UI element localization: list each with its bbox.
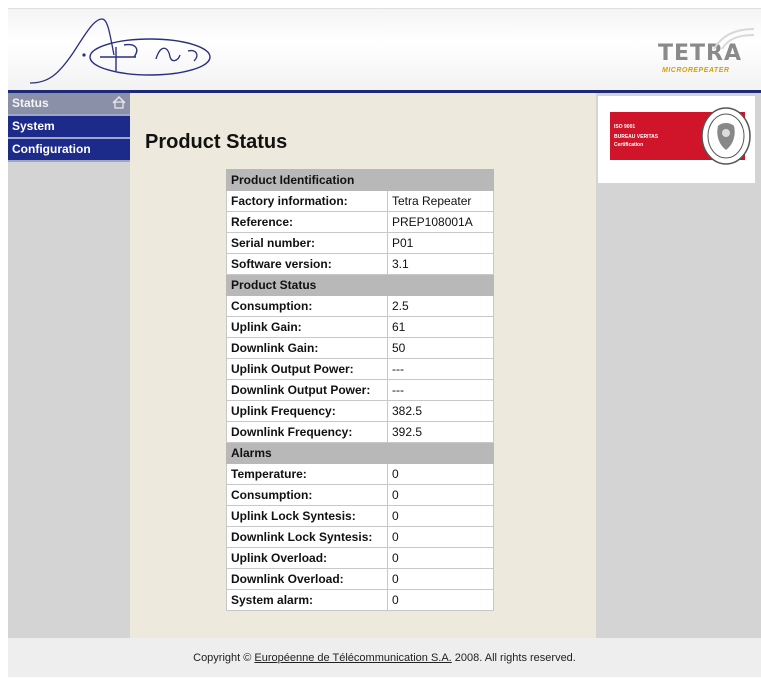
header: TETRA MICROREPEATER [8, 8, 761, 91]
row-value: 0 [387, 484, 494, 506]
row-value: 61 [387, 316, 494, 338]
section-header-row: Product Identification [226, 169, 494, 191]
row-label: Uplink Lock Syntesis: [226, 505, 388, 527]
row-label: Consumption: [226, 295, 388, 317]
table-row: Factory information: Tetra Repeater [226, 190, 494, 212]
table-row: Temperature: 0 [226, 463, 494, 485]
row-label: Downlink Output Power: [226, 379, 388, 401]
row-label: Downlink Frequency: [226, 421, 388, 443]
row-value: Tetra Repeater [387, 190, 494, 212]
row-value: 3.1 [387, 253, 494, 275]
section-heading: Alarms [226, 442, 494, 464]
table-row: Downlink Gain: 50 [226, 337, 494, 359]
row-value: 382.5 [387, 400, 494, 422]
signal-wave-logo [29, 18, 211, 84]
row-label: System alarm: [226, 589, 388, 611]
antenna-waves-icon [713, 28, 755, 50]
row-label: Serial number: [226, 232, 388, 254]
sidebar-item-configuration[interactable]: Configuration [8, 139, 130, 162]
table-row: Downlink Overload: 0 [226, 568, 494, 590]
table-row: Serial number: P01 [226, 232, 494, 254]
home-icon[interactable] [112, 96, 126, 109]
cert-line-certification: Certification [614, 142, 644, 148]
row-label: Uplink Output Power: [226, 358, 388, 380]
row-value: P01 [387, 232, 494, 254]
table-row: Reference: PREP108001A [226, 211, 494, 233]
cert-line-iso: ISO 9001 [614, 124, 636, 130]
section-heading: Product Status [226, 274, 494, 296]
bureau-veritas-seal-icon [701, 107, 751, 165]
row-label: Temperature: [226, 463, 388, 485]
table-row: Uplink Lock Syntesis: 0 [226, 505, 494, 527]
sidebar-item-status[interactable]: Status [8, 93, 130, 116]
row-value: 50 [387, 337, 494, 359]
sidebar-item-label: Status [12, 96, 49, 110]
row-label: Uplink Gain: [226, 316, 388, 338]
sidebar-item-system[interactable]: System [8, 116, 130, 139]
table-row: System alarm: 0 [226, 589, 494, 611]
row-value: 0 [387, 505, 494, 527]
table-row: Downlink Frequency: 392.5 [226, 421, 494, 443]
table-row: Software version: 3.1 [226, 253, 494, 275]
table-row: Downlink Output Power: --- [226, 379, 494, 401]
row-label: Reference: [226, 211, 388, 233]
page-title: Product Status [145, 131, 288, 153]
row-value: 0 [387, 463, 494, 485]
row-value: 2.5 [387, 295, 494, 317]
row-value: 0 [387, 526, 494, 548]
table-row: Uplink Frequency: 382.5 [226, 400, 494, 422]
section-heading: Product Identification [226, 169, 494, 191]
row-label: Downlink Lock Syntesis: [226, 526, 388, 548]
tetra-logo-subtext: MICROREPEATER [662, 67, 730, 74]
row-label: Software version: [226, 253, 388, 275]
section-header-row: Alarms [226, 442, 494, 464]
table-row: Consumption: 2.5 [226, 295, 494, 317]
certification-banner: ISO 9001 BUREAU VERITAS Certification [610, 107, 751, 165]
row-label: Consumption: [226, 484, 388, 506]
row-label: Factory information: [226, 190, 388, 212]
company-link[interactable]: Européenne de Télécommunication S.A. [254, 652, 451, 664]
main-content: Product Status Product Identification Fa… [130, 93, 596, 638]
copyright-suffix: 2008. All rights reserved. [451, 652, 576, 664]
table-row: Uplink Overload: 0 [226, 547, 494, 569]
row-value: --- [387, 358, 494, 380]
table-row: Uplink Output Power: --- [226, 358, 494, 380]
row-value: 0 [387, 547, 494, 569]
section-header-row: Product Status [226, 274, 494, 296]
footer: Copyright © Européenne de Télécommunicat… [8, 638, 761, 677]
copyright-prefix: Copyright © [193, 652, 255, 664]
row-label: Uplink Overload: [226, 547, 388, 569]
row-value: 392.5 [387, 421, 494, 443]
sidebar-item-label: Configuration [12, 142, 91, 156]
table-row: Uplink Gain: 61 [226, 316, 494, 338]
row-value: --- [387, 379, 494, 401]
product-status-table: Product Identification Factory informati… [226, 169, 494, 611]
row-label: Downlink Overload: [226, 568, 388, 590]
sidebar-item-label: System [12, 119, 55, 133]
cert-line-bureau: BUREAU VERITAS [614, 134, 659, 140]
certification-badge: ISO 9001 BUREAU VERITAS Certification [598, 96, 755, 183]
row-label: Uplink Frequency: [226, 400, 388, 422]
row-value: PREP108001A [387, 211, 494, 233]
row-label: Downlink Gain: [226, 337, 388, 359]
row-value: 0 [387, 589, 494, 611]
page-frame: TETRA MICROREPEATER Status System Config… [8, 8, 761, 677]
row-value: 0 [387, 568, 494, 590]
table-row: Downlink Lock Syntesis: 0 [226, 526, 494, 548]
table-row: Consumption: 0 [226, 484, 494, 506]
sidebar-nav: Status System Configuration [8, 93, 130, 162]
